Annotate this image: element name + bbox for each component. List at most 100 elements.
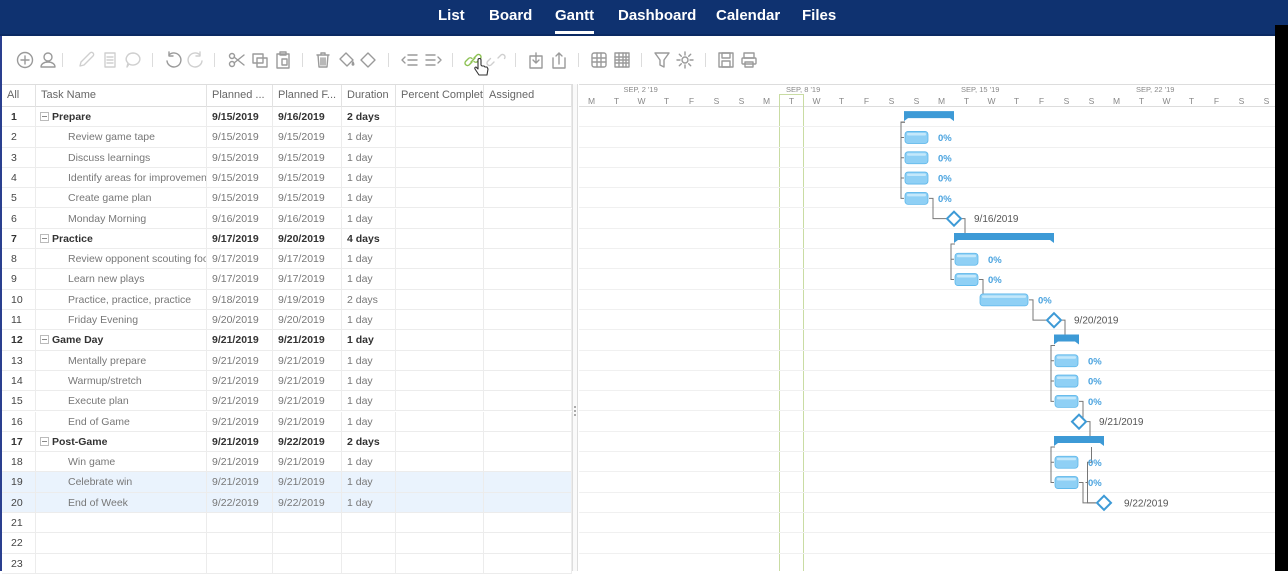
cell-percent[interactable] [396,452,484,473]
cell-name[interactable]: Celebrate win [36,472,207,493]
collapse-toggle-icon[interactable] [40,436,49,446]
save-icon[interactable] [716,50,736,70]
cell-duration[interactable]: 1 day [342,188,396,209]
cell-finish[interactable]: 9/21/2019 [273,350,342,371]
cell-percent[interactable] [396,330,484,351]
cell-num[interactable]: 8 [2,249,36,270]
cell-name[interactable]: Execute plan [36,391,207,412]
cell-assigned[interactable] [484,127,572,148]
tab-gantt[interactable]: Gantt [555,7,595,34]
cell-finish[interactable] [273,533,342,554]
cell-finish[interactable]: 9/15/2019 [273,127,342,148]
splitter-grip-icon[interactable] [574,406,576,418]
cell-start[interactable]: 9/16/2019 [207,208,273,229]
table-row[interactable]: 19 Celebrate win 9/21/2019 9/21/2019 1 day [2,472,572,493]
cell-start[interactable]: 9/21/2019 [207,370,273,391]
cell-start[interactable]: 9/21/2019 [207,452,273,473]
indent-icon[interactable] [423,50,443,70]
filter-icon[interactable] [652,50,672,70]
cell-duration[interactable]: 1 day [342,310,396,330]
cell-name[interactable]: Prepare [36,107,207,127]
cell-num[interactable]: 7 [2,228,36,249]
table-row[interactable]: 17 Post-Game 9/21/2019 9/22/2019 2 days [2,431,572,453]
cell-num[interactable]: 11 [2,310,36,330]
cell-start[interactable]: 9/15/2019 [207,147,273,168]
summary-bar[interactable] [1054,334,1079,345]
cell-assigned[interactable] [484,147,572,168]
cell-num[interactable]: 18 [2,452,36,473]
tab-files[interactable]: Files [802,7,836,24]
cell-num[interactable]: 10 [2,289,36,310]
cell-name[interactable]: End of Game [36,411,207,432]
cell-start[interactable]: 9/18/2019 [207,289,273,310]
cell-duration[interactable]: 2 days [342,107,396,127]
cell-finish[interactable]: 9/20/2019 [273,310,342,330]
cell-name[interactable]: Practice, practice, practice [36,289,207,310]
cell-percent[interactable] [396,269,484,290]
paste-icon[interactable] [273,50,293,70]
cell-start[interactable]: 9/22/2019 [207,492,273,513]
outdent-icon[interactable] [400,50,420,70]
cell-assigned[interactable] [484,107,572,127]
notes-icon[interactable] [100,50,120,70]
cell-start[interactable]: 9/21/2019 [207,350,273,371]
cell-percent[interactable] [396,492,484,513]
cell-start[interactable]: 9/15/2019 [207,188,273,209]
cell-start[interactable]: 9/15/2019 [207,107,273,127]
cell-assigned[interactable] [484,167,572,188]
table-row[interactable]: 8 Review opponent scouting foot 9/17/2019 9… [2,249,572,270]
column-header-0[interactable]: All [2,85,36,107]
table-row[interactable]: 2 Review game tape 9/15/2019 9/15/2019 1 day [2,127,572,148]
cell-percent[interactable] [396,167,484,188]
cell-start[interactable]: 9/15/2019 [207,127,273,148]
table-row[interactable]: 9 Learn new plays 9/17/2019 9/17/2019 1 day [2,269,572,290]
cell-name[interactable]: Create game plan [36,188,207,209]
cell-duration[interactable] [342,533,396,554]
table-row[interactable]: 20 End of Week 9/22/2019 9/22/2019 1 day [2,492,572,513]
cell-duration[interactable]: 1 day [342,472,396,493]
cell-finish[interactable]: 9/15/2019 [273,147,342,168]
cell-finish[interactable]: 9/19/2019 [273,289,342,310]
table-row[interactable]: 5 Create game plan 9/15/2019 9/15/2019 1 day [2,188,572,209]
milestone-diamond[interactable] [945,210,963,228]
cell-percent[interactable] [396,127,484,148]
cell-start[interactable]: 9/17/2019 [207,269,273,290]
export-icon[interactable] [549,50,569,70]
cell-finish[interactable]: 9/15/2019 [273,167,342,188]
cell-name[interactable]: Warmup/stretch [36,370,207,391]
cell-start[interactable]: 9/20/2019 [207,310,273,330]
tab-calendar[interactable]: Calendar [716,7,780,24]
table-row[interactable]: 10 Practice, practice, practice 9/18/2019 9… [2,289,572,310]
cell-start[interactable] [207,513,273,533]
cell-percent[interactable] [396,513,484,533]
column-header-1[interactable]: Task Name [36,85,207,107]
milestone-icon[interactable] [358,50,378,70]
cell-start[interactable]: 9/21/2019 [207,472,273,493]
tab-dashboard[interactable]: Dashboard [618,7,696,24]
cell-duration[interactable]: 1 day [342,167,396,188]
cell-finish[interactable]: 9/21/2019 [273,452,342,473]
copy-icon[interactable] [250,50,270,70]
cell-percent[interactable] [396,249,484,270]
table-row[interactable]: 3 Discuss learnings 9/15/2019 9/15/2019 1 da… [2,147,572,168]
cell-duration[interactable]: 1 day [342,411,396,432]
table-row[interactable]: 7 Practice 9/17/2019 9/20/2019 4 days [2,228,572,250]
cell-duration[interactable]: 1 day [342,208,396,229]
summary-bar[interactable] [954,232,1054,243]
cell-name[interactable]: Review opponent scouting foot [36,249,207,270]
cell-finish[interactable]: 9/22/2019 [273,492,342,513]
print-icon[interactable] [739,50,759,70]
collapse-toggle-icon[interactable] [40,112,49,121]
cell-num[interactable]: 21 [2,513,36,533]
cell-finish[interactable] [273,513,342,533]
cell-num[interactable]: 1 [2,107,36,127]
cell-percent[interactable] [396,533,484,554]
redo-icon[interactable] [186,50,206,70]
cell-percent[interactable] [396,391,484,412]
cell-finish[interactable]: 9/17/2019 [273,249,342,270]
cell-num[interactable]: 22 [2,533,36,554]
table-row[interactable]: 22 [2,533,572,554]
cell-name[interactable]: End of Week [36,492,207,513]
table-row[interactable]: 18 Win game 9/21/2019 9/21/2019 1 day [2,452,572,473]
cell-assigned[interactable] [484,370,572,391]
